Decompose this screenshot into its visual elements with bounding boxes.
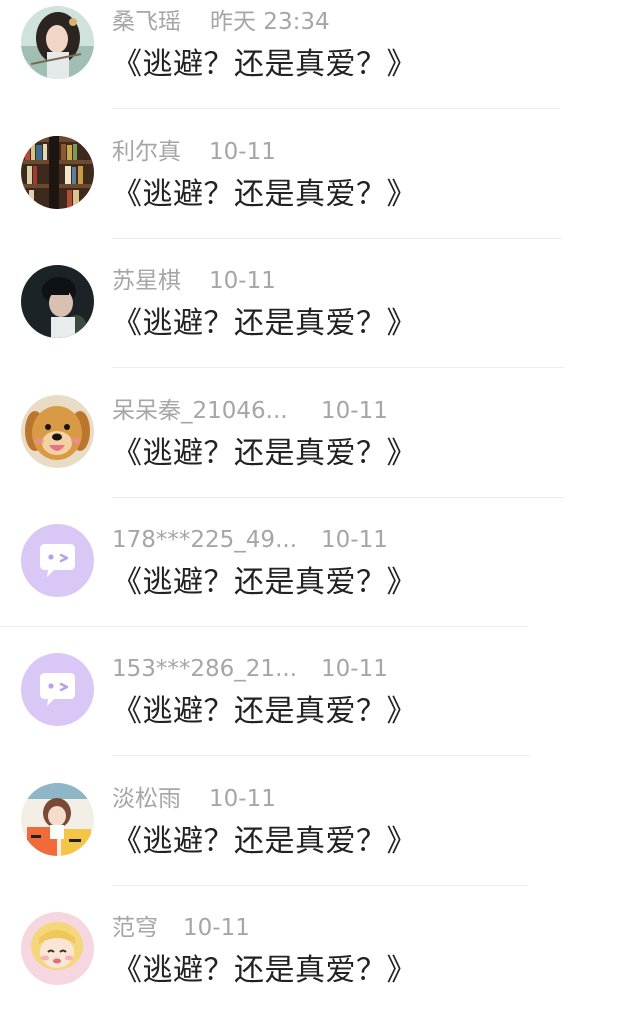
comment-header: 淡松雨 10-11 <box>112 783 276 815</box>
comment-time: 10-11 <box>183 915 250 941</box>
comment-time: 10-11 <box>209 786 276 812</box>
comment-item[interactable]: 范穹 10-11 《逃避？还是真爱？》 <box>0 906 640 1035</box>
comment-item[interactable]: 淡松雨 10-11 《逃避？还是真爱？》 <box>0 777 640 906</box>
comment-item[interactable]: 178***225_49... 10-11 《逃避？还是真爱？》 <box>0 518 640 647</box>
comment-list: 桑飞瑶 昨天 23:34 《逃避？还是真爱？》 利尔真 10-11 《逃避？还是… <box>0 0 640 1004</box>
boy-portrait-avatar[interactable] <box>21 265 94 338</box>
divider <box>112 108 560 109</box>
default-chat-bubble-avatar[interactable] <box>21 653 94 726</box>
comment-text: 《逃避？还是真爱？》 <box>112 694 417 729</box>
comment-text: 《逃避？还是真爱？》 <box>112 953 417 988</box>
comment-header: 153***286_21... 10-11 <box>112 653 388 685</box>
default-chat-bubble-avatar[interactable] <box>21 524 94 597</box>
username[interactable]: 178***225_49... <box>112 524 321 556</box>
username[interactable]: 苏星棋 <box>112 265 209 297</box>
comment-text: 《逃避？还是真爱？》 <box>112 177 417 212</box>
comment-item[interactable]: 153***286_21... 10-11 《逃避？还是真爱？》 <box>0 647 640 776</box>
divider <box>112 755 530 756</box>
comment-header: 苏星棋 10-11 <box>112 265 276 297</box>
puppy-avatar[interactable] <box>21 395 94 468</box>
username[interactable]: 利尔真 <box>112 136 209 168</box>
divider <box>112 497 564 498</box>
illustrated-girl-avatar[interactable] <box>21 783 94 856</box>
anime-girl-avatar[interactable] <box>21 6 94 79</box>
cartoon-blonde-girl-avatar[interactable] <box>21 912 94 985</box>
comment-header: 178***225_49... 10-11 <box>112 524 388 556</box>
comment-time: 昨天 23:34 <box>210 9 330 35</box>
comment-text: 《逃避？还是真爱？》 <box>112 824 417 859</box>
comment-text: 《逃避？还是真爱？》 <box>112 436 417 471</box>
comment-time: 10-11 <box>209 139 276 165</box>
comment-time: 10-11 <box>209 268 276 294</box>
comment-time: 10-11 <box>321 398 388 424</box>
divider <box>0 626 528 627</box>
comment-header: 桑飞瑶 昨天 23:34 <box>112 6 330 38</box>
comment-text: 《逃避？还是真爱？》 <box>112 565 417 600</box>
comment-time: 10-11 <box>321 527 388 553</box>
username[interactable]: 范穹 <box>112 912 183 944</box>
username[interactable]: 桑飞瑶 <box>112 6 210 38</box>
divider <box>112 885 528 886</box>
comment-item[interactable]: 呆呆秦_21046... 10-11 《逃避？还是真爱？》 <box>0 389 640 518</box>
comment-item[interactable]: 桑飞瑶 昨天 23:34 《逃避？还是真爱？》 <box>0 0 640 129</box>
username[interactable]: 呆呆秦_21046... <box>112 395 321 427</box>
comment-header: 利尔真 10-11 <box>112 136 276 168</box>
divider <box>112 238 562 239</box>
comment-text: 《逃避？还是真爱？》 <box>112 306 417 341</box>
username[interactable]: 153***286_21... <box>112 653 321 685</box>
bookshelf-avatar[interactable] <box>21 136 94 209</box>
comment-item[interactable]: 苏星棋 10-11 《逃避？还是真爱？》 <box>0 259 640 388</box>
divider <box>112 367 564 368</box>
comment-text: 《逃避？还是真爱？》 <box>112 47 417 82</box>
username[interactable]: 淡松雨 <box>112 783 209 815</box>
comment-time: 10-11 <box>321 656 388 682</box>
comment-item[interactable]: 利尔真 10-11 《逃避？还是真爱？》 <box>0 130 640 259</box>
comment-header: 呆呆秦_21046... 10-11 <box>112 395 388 427</box>
comment-header: 范穹 10-11 <box>112 912 250 944</box>
